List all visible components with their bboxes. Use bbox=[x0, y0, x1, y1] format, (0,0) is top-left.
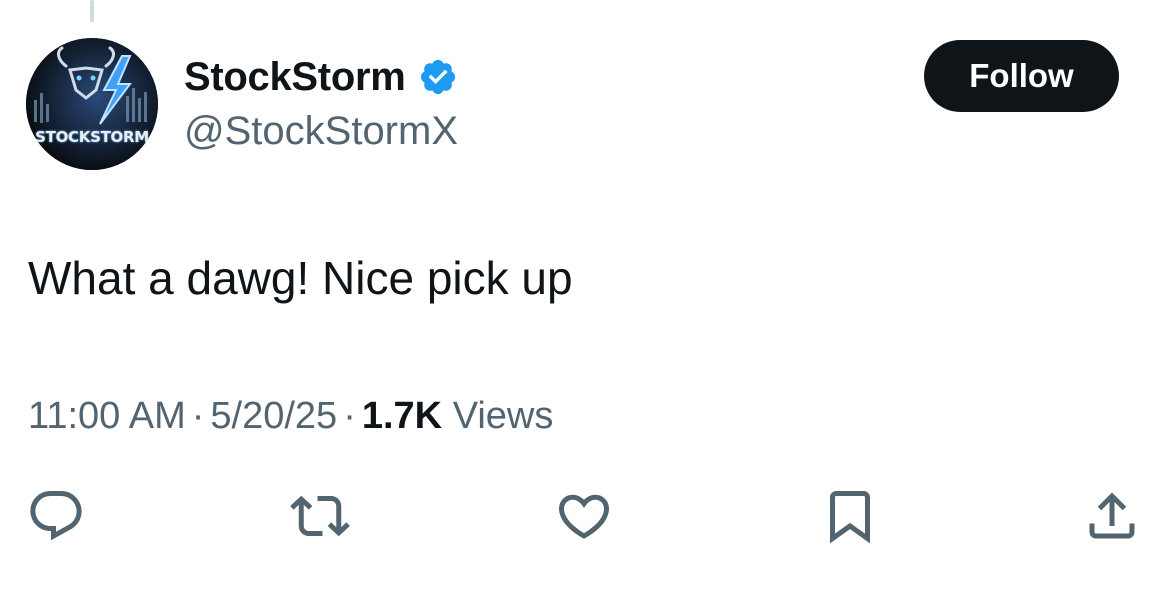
like-button[interactable] bbox=[548, 480, 620, 552]
meta-separator: · bbox=[191, 395, 205, 437]
views-label: Views bbox=[452, 395, 554, 437]
retweet-button[interactable] bbox=[284, 480, 356, 552]
verified-badge-icon[interactable] bbox=[418, 57, 458, 97]
tweet-metadata: 11:00 AM · 5/20/25 · 1.7K Views bbox=[28, 392, 553, 440]
tweet-time[interactable]: 11:00 AM bbox=[28, 395, 186, 437]
bookmark-button[interactable] bbox=[814, 480, 886, 552]
author-handle[interactable]: @StockStormX bbox=[184, 106, 458, 156]
share-icon bbox=[1089, 492, 1135, 539]
follow-button[interactable]: Follow bbox=[924, 40, 1119, 112]
bookmark-icon bbox=[830, 491, 870, 544]
author-display-name[interactable]: StockStorm bbox=[184, 52, 406, 102]
bull-lightning-logo-icon bbox=[26, 38, 158, 170]
avatar-wordmark: STOCKSTORM bbox=[35, 128, 149, 146]
reply-icon bbox=[30, 491, 82, 541]
share-button[interactable] bbox=[1076, 480, 1148, 552]
meta-separator: · bbox=[343, 395, 356, 437]
heart-icon bbox=[558, 494, 610, 539]
avatar[interactable]: STOCKSTORM bbox=[26, 38, 158, 170]
thread-connector-line bbox=[90, 0, 94, 22]
retweet-icon bbox=[290, 495, 350, 537]
author-name-row: StockStorm bbox=[184, 52, 458, 102]
reply-button[interactable] bbox=[20, 480, 92, 552]
views-count: 1.7K bbox=[361, 395, 443, 437]
tweet-card: STOCKSTORM StockStorm @StockStormX Follo… bbox=[0, 0, 1170, 597]
tweet-action-bar bbox=[0, 480, 1170, 560]
tweet-text: What a dawg! Nice pick up bbox=[28, 252, 573, 304]
tweet-date[interactable]: 5/20/25 bbox=[210, 395, 337, 437]
